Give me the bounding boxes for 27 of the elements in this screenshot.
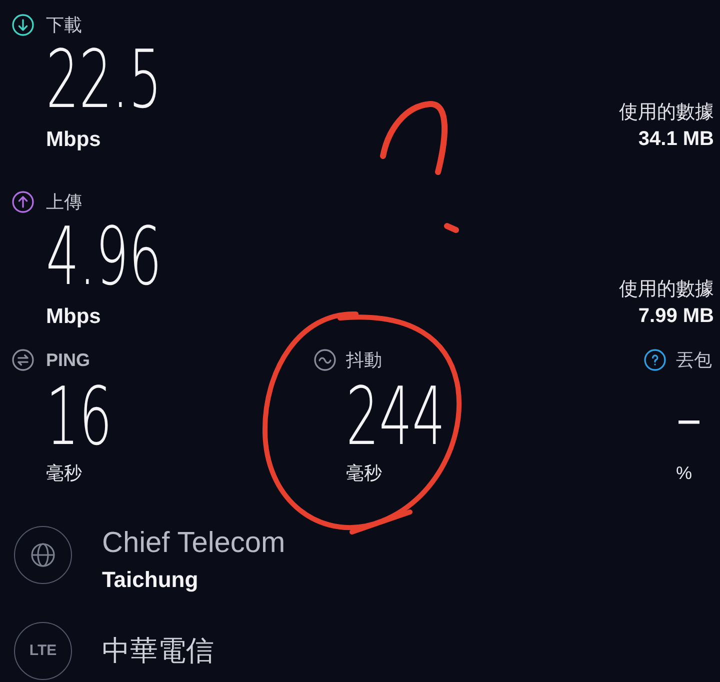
speed-value: 22.5: [46, 40, 162, 120]
help-icon: [644, 349, 666, 371]
latency-unit: %: [676, 462, 692, 485]
speed-unit: Mbps: [46, 305, 101, 329]
speed-unit: Mbps: [46, 128, 101, 152]
data-used-label: 使用的數據: [619, 278, 714, 302]
latency-unit: 毫秒: [46, 462, 82, 485]
latency-value: 16: [46, 377, 112, 457]
metric-label: 丟包: [676, 349, 712, 371]
latency-value: 244: [346, 377, 446, 457]
jitter-wave-icon: [314, 349, 336, 371]
data-used-value: 34.1 MB: [638, 127, 714, 152]
latency-value: –: [676, 377, 702, 457]
speed-value: 4.96: [46, 217, 162, 297]
metric-label: 下載: [46, 14, 82, 36]
metric-label: 上傳: [46, 191, 82, 213]
metric-label: 抖動: [346, 349, 382, 371]
globe-icon: [14, 526, 72, 584]
latency-unit: 毫秒: [346, 462, 382, 485]
server-location: Taichung: [102, 566, 200, 594]
data-used-label: 使用的數據: [619, 101, 714, 125]
server-provider: Chief Telecom: [102, 527, 286, 559]
carrier-name: 中華電信: [102, 634, 214, 668]
metric-label: PING: [46, 349, 90, 371]
data-used-value: 7.99 MB: [638, 304, 714, 329]
network-type-badge: LTE: [14, 622, 72, 680]
ping-arrows-icon: [12, 349, 34, 371]
